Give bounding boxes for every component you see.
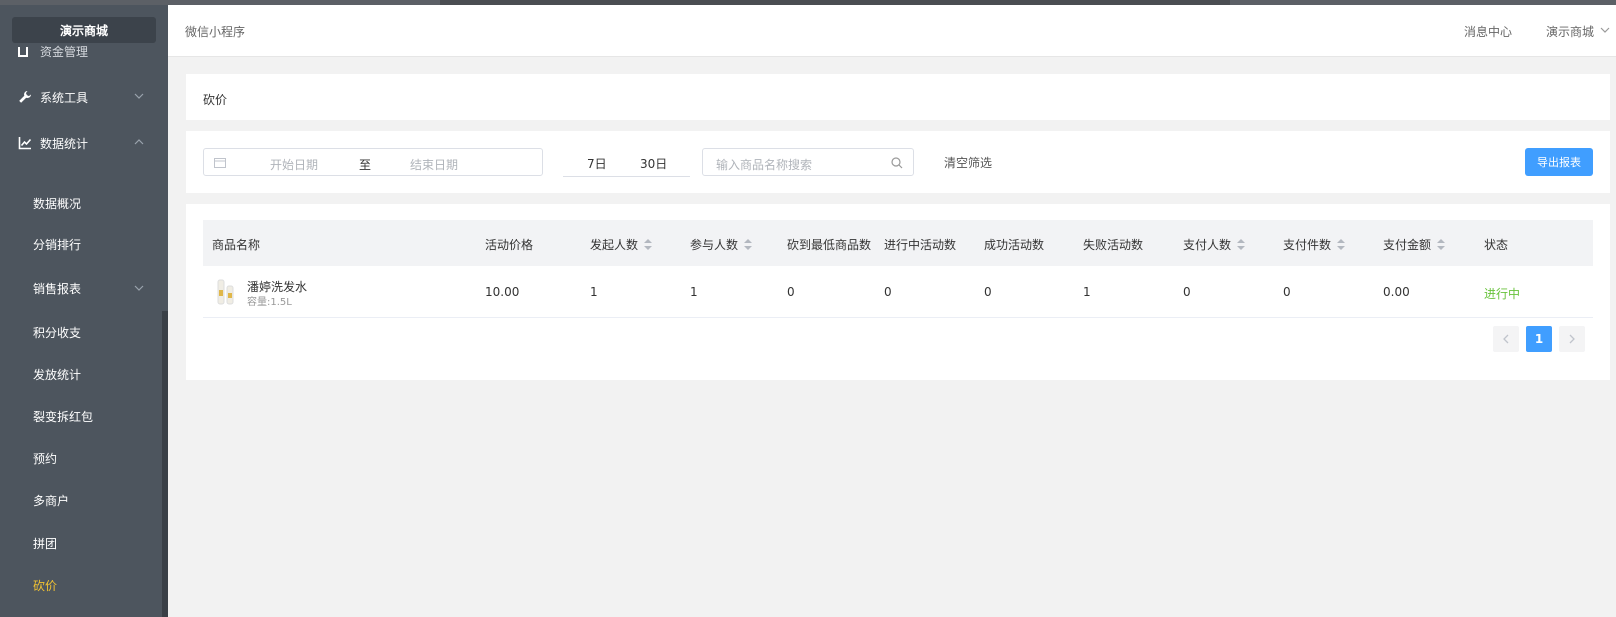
sidebar-item-label: 分销排行: [33, 237, 82, 252]
chevron-down-icon: [134, 285, 144, 291]
menu-icon: [18, 47, 28, 57]
sidebar-scrollbar[interactable]: [162, 311, 168, 617]
filter-bar: 开始日期 至 结束日期 7日 30日 输入商品名称搜索 清空筛选 导出报表: [186, 131, 1610, 193]
sidebar-group-label: 系统工具: [40, 90, 89, 105]
sidebar-item-label: 数据概况: [33, 196, 82, 211]
column-header: 状态: [1484, 238, 1509, 252]
column-header-label: 参与人数: [690, 238, 739, 252]
chevron-up-icon: [134, 139, 144, 145]
top-header: 微信小程序 消息中心 演示商城: [168, 5, 1616, 57]
search-placeholder: 输入商品名称搜索: [716, 158, 813, 172]
sidebar-item-label: 拼团: [33, 536, 58, 551]
end-date-input[interactable]: 结束日期: [410, 156, 458, 173]
sort-icon[interactable]: [644, 239, 653, 251]
column-header: 成功活动数: [984, 238, 1045, 252]
sidebar-item-partial[interactable]: 资金管理: [16, 45, 136, 59]
sidebar-item-label: 销售报表: [33, 281, 82, 296]
quick-30-days-button[interactable]: 30日: [640, 155, 667, 172]
sidebar-item-label: 砍价: [33, 578, 58, 593]
brand-logo[interactable]: 演示商城: [12, 17, 156, 43]
sort-icon[interactable]: [1437, 239, 1446, 251]
cell-payers: 0: [1183, 285, 1191, 299]
cell-lowest: 0: [787, 285, 795, 299]
sidebar-item-label: 资金管理: [40, 45, 89, 59]
sort-icon[interactable]: [1337, 239, 1346, 251]
cell-ongoing: 0: [884, 285, 892, 299]
cell-failed: 1: [1083, 285, 1091, 299]
sort-icon[interactable]: [1237, 239, 1246, 251]
sidebar-group-label: 数据统计: [40, 136, 89, 151]
sidebar-item-label: 裂变拆红包: [33, 409, 94, 424]
product-spec: 容量:1.5L: [247, 297, 292, 308]
start-date-input[interactable]: 开始日期: [270, 156, 318, 173]
pagination-page-button[interactable]: 1: [1526, 326, 1552, 352]
column-header: 商品名称: [212, 238, 261, 252]
column-header-label: 支付人数: [1183, 238, 1232, 252]
export-report-button[interactable]: 导出报表: [1525, 148, 1593, 176]
clear-filters-button[interactable]: 清空筛选: [944, 154, 992, 171]
column-header-label: 支付件数: [1283, 238, 1332, 252]
sidebar-item-group-buy[interactable]: 拼团: [0, 526, 160, 560]
chevron-down-icon: [134, 93, 144, 99]
pagination-prev-button[interactable]: [1493, 326, 1519, 352]
cell-price: 10.00: [485, 285, 520, 299]
cell-initiators: 1: [590, 285, 598, 299]
column-header-label: 支付金额: [1383, 238, 1432, 252]
page-title: 砍价: [203, 93, 228, 107]
column-header-sortable[interactable]: 支付件数: [1283, 236, 1346, 253]
sidebar-item-points[interactable]: 积分收支: [0, 315, 160, 349]
cell-participants: 1: [690, 285, 698, 299]
sidebar-item-issue-stats[interactable]: 发放统计: [0, 357, 160, 391]
quick-7-days-button[interactable]: 7日: [587, 155, 607, 172]
header-title: 微信小程序: [185, 25, 246, 39]
column-header: 失败活动数: [1083, 238, 1144, 252]
calendar-icon: [214, 158, 226, 168]
line-chart-icon: [18, 137, 32, 150]
product-thumbnail: [217, 279, 234, 305]
sort-icon[interactable]: [744, 239, 753, 251]
table-row: 潘婷洗发水 容量:1.5L 10.00 1 1 0 0 0 1 0 0 0.00…: [203, 266, 1593, 318]
message-center-link[interactable]: 消息中心: [1464, 23, 1512, 40]
table-header: 商品名称 活动价格 发起人数 参与人数 砍到最低商品数 进行中活动数 成功活动数…: [203, 220, 1593, 266]
sidebar-item-red-packet[interactable]: 裂变拆红包: [0, 399, 160, 433]
chevron-left-icon: [1503, 334, 1509, 344]
search-input[interactable]: 输入商品名称搜索: [702, 148, 914, 176]
search-icon[interactable]: [891, 157, 903, 169]
sidebar-item-label: 发放统计: [33, 367, 82, 382]
sidebar: 演示商城 资金管理 系统工具 数据统计 数据概况 分销排行 销售报表 积分收支 …: [0, 5, 168, 617]
sidebar-item-label: 预约: [33, 451, 58, 466]
cell-paid-amount: 0.00: [1383, 285, 1410, 299]
column-header: 活动价格: [485, 238, 534, 252]
sidebar-item-multi-merchant[interactable]: 多商户: [0, 483, 160, 517]
sidebar-item-distribution-ranking[interactable]: 分销排行: [0, 227, 160, 261]
sidebar-item-bargain[interactable]: 砍价: [0, 568, 160, 602]
sidebar-item-label: 多商户: [33, 493, 70, 508]
breadcrumb: 砍价: [186, 74, 1610, 120]
sidebar-group-system-tools[interactable]: 系统工具: [0, 77, 160, 117]
date-range-picker[interactable]: 开始日期 至 结束日期: [203, 148, 543, 176]
quick-date-select: 7日 30日: [563, 148, 690, 177]
column-header-sortable[interactable]: 支付人数: [1183, 236, 1246, 253]
column-header-sortable[interactable]: 发起人数: [590, 236, 653, 253]
range-separator: 至: [359, 158, 372, 172]
cell-paid-items: 0: [1283, 285, 1291, 299]
wrench-icon: [19, 91, 31, 103]
chevron-right-icon: [1569, 334, 1575, 344]
sidebar-item-sales-report[interactable]: 销售报表: [0, 271, 160, 305]
column-header-sortable[interactable]: 支付金额: [1383, 236, 1446, 253]
column-header: 砍到最低商品数: [787, 238, 872, 252]
column-header: 进行中活动数: [884, 238, 957, 252]
sidebar-item-booking[interactable]: 预约: [0, 441, 160, 475]
sidebar-item-data-overview[interactable]: 数据概况: [0, 186, 160, 220]
column-header-sortable[interactable]: 参与人数: [690, 236, 753, 253]
cell-success: 0: [984, 285, 992, 299]
sidebar-group-data-stats[interactable]: 数据统计: [0, 123, 160, 163]
user-menu[interactable]: 演示商城: [1546, 23, 1594, 40]
column-header-label: 发起人数: [590, 238, 639, 252]
chevron-down-icon[interactable]: [1600, 25, 1610, 35]
status-badge: 进行中: [1484, 287, 1521, 301]
pagination-next-button[interactable]: [1559, 326, 1585, 352]
sidebar-item-label: 积分收支: [33, 325, 82, 340]
stats-table: 商品名称 活动价格 发起人数 参与人数 砍到最低商品数 进行中活动数 成功活动数…: [186, 204, 1610, 380]
